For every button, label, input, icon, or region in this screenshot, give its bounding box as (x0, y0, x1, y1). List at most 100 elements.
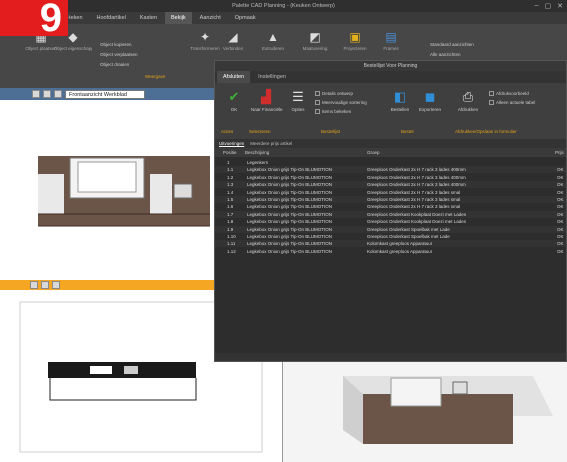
order-icon: ◧ (393, 89, 407, 104)
ribbon-button[interactable]: ▣ Projecteren (336, 30, 374, 51)
project-icon: ▣ (349, 30, 361, 44)
3d-view-pane[interactable] (282, 356, 567, 462)
ribbon-small-item[interactable]: Standaard aanzichten (430, 42, 474, 47)
close-icon[interactable]: ✕ (557, 2, 563, 10)
table-cell-group: Greeploos Onderkast 2x H 7 rack 3 lades … (367, 189, 461, 195)
column-header[interactable]: Positie (223, 150, 237, 155)
zoom-icon[interactable] (41, 281, 49, 289)
table-row[interactable]: 1.1 Legkebox Onion grijs Tip-On BLUMOTION… (215, 166, 566, 174)
dialog-footer (215, 353, 566, 361)
dialog-group-label: Selecteren (249, 129, 271, 134)
option-checkbox[interactable]: Afdrukvoorbeeld (489, 91, 529, 96)
table-row[interactable]: 1.5 Legkebox Onion grijs Tip-On BLUMOTION… (215, 196, 566, 203)
column-header[interactable]: Beschrijving (245, 150, 269, 155)
dialog-subtab[interactable]: Meerdere prijs artikel (250, 141, 292, 146)
table-cell-desc: Legkebox Onion grijs Tip-On BLUMOTION (247, 234, 333, 239)
list-icon: ☰ (292, 89, 304, 104)
option-label: Afdrukvoorbeeld (496, 91, 529, 96)
table-row[interactable]: 1.9 Legkebox Onion grijs Tip-On BLUMOTION… (215, 225, 566, 233)
table-cell-pos: 1.8 (227, 219, 234, 225)
table-cell-price: OK (557, 189, 564, 195)
table-cell-group: Kolomkast greeploos Apparatuur (367, 248, 433, 254)
table-row[interactable]: 1.3 Legkebox Onion grijs Tip-On BLUMOTION… (215, 181, 566, 189)
table-cell-desc: Legkebox Onion grijs Tip-On BLUMOTION (247, 197, 333, 202)
table-row[interactable]: 1.4 Legkebox Onion grijs Tip-On BLUMOTION… (215, 189, 566, 196)
ribbon-button-label: Verbinden (222, 46, 244, 51)
table-row[interactable]: 1.2 Legkebox Onion grijs Tip-On BLUMOTION… (215, 174, 566, 181)
dialog-subtab[interactable]: Uitvoeringen (219, 141, 244, 146)
table-cell-price: OK (557, 248, 564, 254)
dialog-button-label: Naar Financiële (251, 107, 283, 112)
table-row[interactable]: 1.12 Legkebox Onion grijs Tip-On BLUMOTIO… (215, 248, 566, 255)
ribbon-button[interactable]: ◢ Verbinden (214, 30, 252, 51)
table-cell-pos: 1.3 (227, 182, 234, 188)
ok-button[interactable]: ✔ OK (219, 89, 249, 112)
ribbon-button-label: Projecteren (343, 46, 367, 51)
dialog-ribbon: ✔ OK ▟ Naar Financiële ☰ Opties ◧ Bestellen ◼ Exp… (215, 83, 566, 139)
table-cell-group: Greeploos Onderkast 2x H 7 rack 3 lades … (367, 197, 461, 202)
view-select[interactable]: Frontaanzicht Werkblad (65, 89, 145, 99)
menu-bar: Bestand3D-tekenHoofdartikelKastenBekijkA… (0, 12, 567, 24)
print-button[interactable]: ⎙ Afdrukken (453, 89, 483, 112)
options-button[interactable]: ☰ Opties (283, 89, 313, 112)
table-cell-desc: Legkebox Onion grijs Tip-On BLUMOTION (247, 182, 333, 188)
table-cell-pos: 1.5 (227, 197, 234, 202)
ribbon-button-label: Maatvoering (302, 46, 328, 51)
maximize-icon[interactable]: ▢ (545, 2, 552, 10)
view-icon[interactable] (30, 281, 38, 289)
pdf-icon: ▟ (261, 89, 271, 104)
view-icon[interactable] (32, 90, 40, 98)
menu-tab[interactable]: Kasten (134, 12, 163, 24)
menu-tab[interactable]: Aanzicht (194, 12, 227, 24)
layers-icon[interactable] (52, 281, 60, 289)
table-row[interactable]: 1.7 Legkebox Onion grijs Tip-On BLUMOTION… (215, 210, 566, 218)
menu-tab[interactable]: Hoofdartikel (91, 12, 132, 24)
pdf-button[interactable]: ▟ Naar Financiële (251, 89, 283, 112)
dialog-tab[interactable]: Afsluiten (217, 71, 251, 83)
save-icon: ◼ (424, 89, 436, 104)
checkbox-icon (315, 100, 320, 105)
layers-icon[interactable] (54, 90, 62, 98)
option-checkbox[interactable]: Alleen actuele tabel (489, 100, 535, 105)
table-cell-price: OK (557, 234, 564, 239)
ribbon-small-item[interactable]: Object draaien (100, 62, 129, 67)
ribbon-group-label: Weergave (145, 74, 166, 79)
option-checkbox[interactable]: Items bekeken (315, 109, 351, 114)
ribbon-button[interactable]: ◩ Maatvoering (296, 30, 334, 51)
dialog-tab[interactable]: Instellingen (252, 71, 292, 83)
table-row[interactable]: 1 Legenkern (215, 159, 566, 166)
app-title: Palette CAD Planning - (Keuken Ontwerp) (232, 3, 335, 9)
option-checkbox[interactable]: Meervoudige sortering (315, 100, 367, 105)
table-cell-desc: Legkebox Onion grijs Tip-On BLUMOTION (247, 241, 333, 247)
minimize-icon[interactable]: – (535, 2, 539, 10)
column-header[interactable]: Groep (367, 150, 380, 155)
table-cell-pos: 1.10 (227, 234, 236, 239)
ribbon-button[interactable]: ▲ Extruderen (254, 30, 292, 51)
ribbon-small-item[interactable]: Object verplaatsen (100, 52, 138, 57)
dialog-title: Bestellijst Voor Planning (215, 61, 566, 71)
table-cell-desc: Legenkern (247, 160, 269, 165)
table-row[interactable]: 1.6 Legkebox Onion grijs Tip-On BLUMOTION… (215, 203, 566, 210)
option-label: Items bekeken (322, 109, 352, 114)
table-row[interactable]: 1.10 Legkebox Onion grijs Tip-On BLUMOTIO… (215, 233, 566, 240)
table-row[interactable]: 1.8 Legkebox Onion grijs Tip-On BLUMOTION… (215, 218, 566, 225)
ribbon-small-item[interactable]: Alle aanzichten (430, 52, 461, 57)
export-button[interactable]: ◼ Exporteren (415, 89, 445, 112)
table-row[interactable]: 1.11 Legkebox Onion grijs Tip-On BLUMOTIO… (215, 240, 566, 248)
order-button[interactable]: ◧ Bestellen (385, 89, 415, 112)
table-cell-group: Greeploos Onderkast Spoelbak met Lade (367, 234, 450, 239)
ribbon-small-item[interactable]: Object kopieren (100, 42, 132, 47)
table-cell-desc: Legkebox Onion grijs Tip-On BLUMOTION (247, 167, 333, 173)
dialog-group-label: Afdrukken/Opslaan in formulier (455, 129, 517, 134)
column-header[interactable]: Prijs (555, 150, 564, 155)
dialog-subtabs: Uitvoeringen Meerdere prijs artikel (215, 139, 566, 148)
option-label: Details ontwerp (322, 91, 354, 96)
table-cell-price: OK (557, 241, 564, 247)
dialog-tabs: Afsluiten Instellingen (215, 71, 566, 83)
ribbon-button[interactable]: ▤ Frames (372, 30, 410, 51)
menu-tab[interactable]: Bekijk (165, 12, 192, 24)
menu-tab[interactable]: Opmaak (229, 12, 262, 24)
checkbox-icon (489, 100, 494, 105)
zoom-icon[interactable] (43, 90, 51, 98)
option-checkbox[interactable]: Details ontwerp (315, 91, 353, 96)
